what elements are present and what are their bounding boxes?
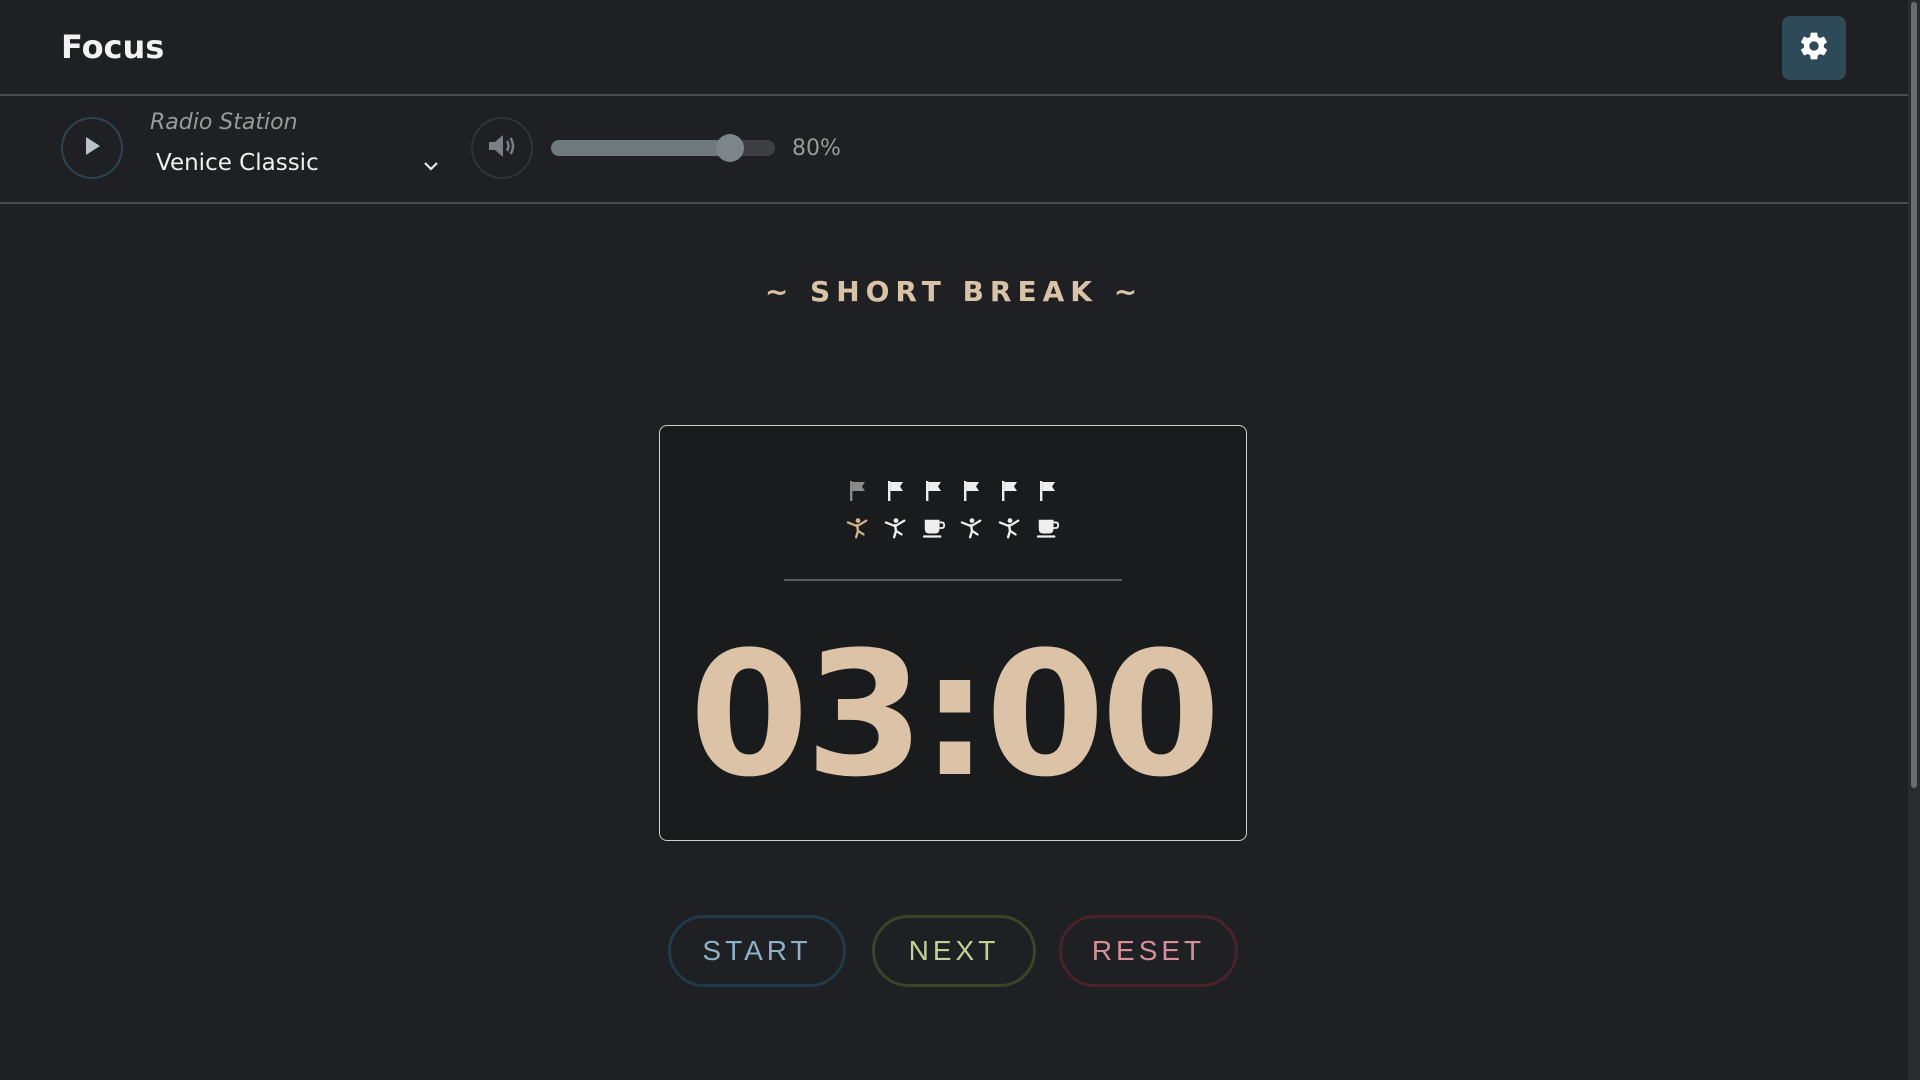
settings-button[interactable]	[1782, 16, 1846, 80]
flag-icon	[846, 478, 870, 504]
flag-icon	[998, 478, 1022, 504]
start-button[interactable]: START	[668, 915, 846, 987]
volume-button[interactable]	[471, 117, 533, 179]
volume-slider-knob[interactable]	[716, 134, 745, 162]
volume-slider[interactable]	[551, 134, 775, 162]
mode-title: ~ SHORT BREAK ~	[764, 275, 1144, 308]
flag-icon	[884, 478, 908, 504]
next-button[interactable]: NEXT	[872, 915, 1036, 987]
flag-icon	[922, 478, 946, 504]
radio-bar: Radio Station Venice Classic 80%	[0, 98, 1908, 204]
timer-card: 03:00	[659, 425, 1247, 841]
timer-divider	[784, 579, 1122, 581]
radio-station-label: Radio Station	[150, 110, 298, 135]
play-icon	[81, 134, 103, 162]
timer-display: 03:00	[689, 614, 1221, 815]
app-title: Focus	[61, 28, 165, 66]
flag-icon	[960, 478, 984, 504]
volume-icon	[486, 132, 518, 164]
app-header: Focus	[0, 0, 1908, 96]
volume-value: 80%	[792, 136, 841, 161]
stretch-icon	[960, 515, 984, 541]
stretch-icon	[846, 515, 870, 541]
scrollbar-thumb[interactable]	[1911, 2, 1917, 788]
coffee-icon	[922, 515, 946, 541]
session-activities	[660, 515, 1246, 541]
flag-icon	[1036, 478, 1060, 504]
station-value: Venice Classic	[156, 150, 319, 176]
play-button[interactable]	[61, 117, 123, 179]
page-scrollbar[interactable]	[1908, 0, 1920, 1080]
app-page: Focus Radio Station Venice Classic 80% ~…	[0, 0, 1908, 1080]
session-flags	[660, 478, 1246, 504]
chevron-down-icon	[422, 158, 440, 177]
station-select[interactable]: Venice Classic	[150, 146, 450, 186]
reset-button[interactable]: RESET	[1059, 915, 1238, 987]
coffee-icon	[1036, 515, 1060, 541]
volume-slider-fill	[551, 140, 731, 156]
gear-icon	[1798, 30, 1830, 66]
stretch-icon	[884, 515, 908, 541]
stretch-icon	[998, 515, 1022, 541]
